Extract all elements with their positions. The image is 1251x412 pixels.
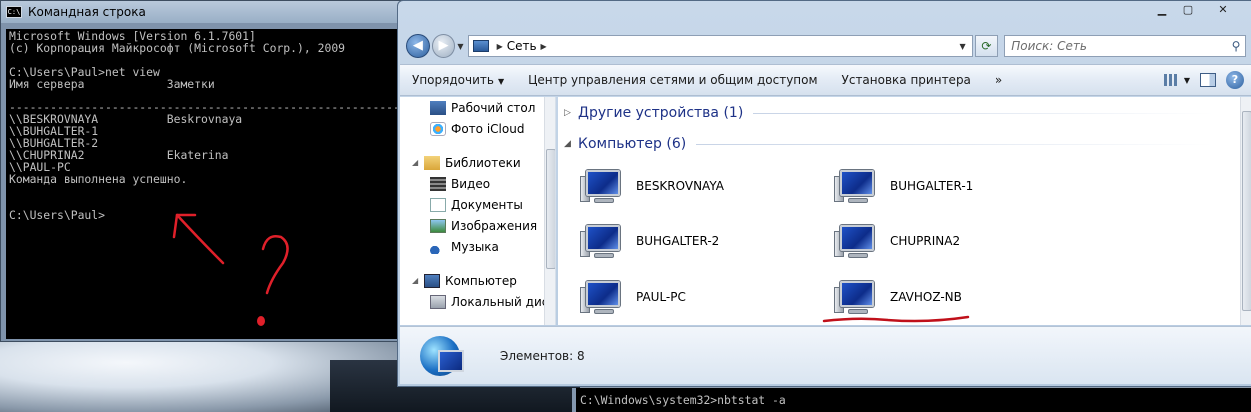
forward-button[interactable]: ▶: [431, 34, 456, 58]
navigation-pane: Рабочий стол Фото iCloud ◢ Библиотеки Ви…: [400, 97, 556, 325]
nav-item-label: Компьютер: [445, 273, 517, 288]
arrow-left-icon: ◀: [412, 38, 423, 53]
close-button[interactable]: ✕: [1201, 1, 1245, 19]
documents-icon: [430, 197, 446, 212]
computer-icon: [424, 273, 440, 288]
content-pane: ▷ Другие устройства (1) ◢ Компьютер (6) …: [558, 97, 1251, 325]
views-dropdown-icon[interactable]: ▼: [1184, 76, 1190, 85]
address-row: ◀ ▶ ▼ ▶ Сеть ▶ ▼ ⟳ Поиск: Сеть ⚲: [406, 33, 1247, 59]
nav-item-images[interactable]: Изображения: [400, 215, 555, 236]
maximize-button[interactable]: ▢: [1175, 1, 1201, 19]
console-line: Имя сервера Заметки: [9, 76, 215, 91]
nav-item-music[interactable]: Музыка: [400, 236, 555, 257]
nav-item-label: Фото iCloud: [451, 121, 525, 136]
nav-item-local-disk[interactable]: Локальный диск: [400, 291, 555, 312]
expand-icon[interactable]: ◢: [412, 158, 422, 167]
library-icon: [424, 155, 440, 170]
nav-item-label: Документы: [451, 197, 523, 212]
address-bar[interactable]: ▶ Сеть ▶ ▼: [467, 35, 973, 57]
expand-icon[interactable]: ◢: [412, 276, 422, 285]
refresh-icon: ⟳: [981, 39, 992, 53]
nav-item-label: Рабочий стол: [451, 100, 536, 115]
arrow-right-icon: ▶: [438, 38, 449, 53]
nav-item-label: Изображения: [451, 218, 538, 233]
nav-item-label: Локальный диск: [451, 294, 556, 309]
console-line: C:\Users\Paul>: [9, 207, 106, 222]
cmd-window: C:\ Командная строка Microsoft Windows […: [0, 0, 402, 342]
content-scrollbar[interactable]: [1240, 97, 1251, 325]
minimize-button[interactable]: ▁: [1149, 1, 1175, 19]
cmd-title: Командная строка: [28, 5, 146, 19]
nav-item-desktop[interactable]: Рабочий стол: [400, 97, 555, 118]
search-placeholder: Поиск: Сеть: [1011, 39, 1087, 53]
cmd-console[interactable]: Microsoft Windows [Version 6.1.7601] (c) …: [6, 29, 398, 339]
nav-item-label: Библиотеки: [445, 155, 521, 170]
breadcrumb-network[interactable]: Сеть: [507, 39, 537, 53]
console-line: (c) Корпорация Майкрософт (Microsoft Cor…: [9, 40, 346, 55]
nav-item-icloud[interactable]: Фото iCloud: [400, 118, 555, 139]
images-icon: [430, 218, 446, 233]
nav-scrollbar[interactable]: [544, 97, 555, 325]
red-underline-annotation: [822, 315, 970, 323]
more-commands-button[interactable]: »: [983, 64, 1014, 96]
cmd-app-icon: C:\: [6, 6, 22, 18]
video-icon: [430, 176, 446, 191]
details-pane: Элементов: 8: [400, 326, 1251, 384]
views-icon[interactable]: [1163, 74, 1178, 86]
scrollbar-thumb[interactable]: [546, 149, 555, 269]
refresh-button[interactable]: ⟳: [974, 35, 999, 57]
organize-label: Упорядочить: [412, 73, 494, 87]
nav-item-documents[interactable]: Документы: [400, 194, 555, 215]
organize-button[interactable]: Упорядочить ▼: [400, 64, 516, 96]
network-globe-icon: [420, 335, 464, 376]
back-button[interactable]: ◀: [406, 34, 430, 58]
disk-icon: [430, 294, 446, 309]
icloud-icon: [430, 121, 446, 136]
second-cmd-console[interactable]: C:\Windows\system32>nbtstat -a: [572, 388, 1251, 412]
explorer-window: ▁ ▢ ✕ ◀ ▶ ▼ ▶ Сеть ▶ ▼ ⟳ Поиск: Сеть ⚲ У…: [397, 0, 1251, 387]
cmd-titlebar[interactable]: C:\ Командная строка: [1, 1, 401, 23]
recent-pages-dropdown[interactable]: ▼: [457, 42, 463, 51]
desktop-icon: [430, 100, 446, 115]
nav-item-label: Видео: [451, 176, 491, 191]
breadcrumb-arrow-icon[interactable]: ▶: [497, 42, 503, 51]
network-icon: [472, 40, 489, 52]
nav-item-label: Музыка: [451, 239, 499, 254]
search-input[interactable]: Поиск: Сеть ⚲: [1004, 35, 1247, 57]
network-center-button[interactable]: Центр управления сетями и общим доступом: [516, 64, 829, 96]
nav-item-video[interactable]: Видео: [400, 173, 555, 194]
add-printer-button[interactable]: Установка принтера: [830, 64, 983, 96]
search-icon[interactable]: ⚲: [1227, 39, 1245, 53]
nav-item-computer[interactable]: ◢ Компьютер: [400, 270, 555, 291]
command-bar: Упорядочить ▼ Центр управления сетями и о…: [400, 64, 1251, 96]
item-count: Элементов: 8: [500, 348, 585, 363]
console-line: Команда выполнена успешно.: [9, 171, 188, 186]
help-icon[interactable]: ?: [1226, 71, 1244, 89]
scrollbar-thumb[interactable]: [1242, 111, 1251, 311]
music-icon: [430, 239, 446, 254]
nav-item-libraries[interactable]: ◢ Библиотеки: [400, 152, 555, 173]
breadcrumb-arrow-icon[interactable]: ▶: [541, 42, 547, 51]
window-controls: ▁ ▢ ✕: [1149, 1, 1245, 21]
preview-pane-icon[interactable]: [1200, 73, 1216, 87]
chevron-down-icon: ▼: [497, 77, 505, 86]
address-dropdown-icon[interactable]: ▼: [954, 42, 972, 51]
command-bar-right: ▼ ?: [1154, 71, 1251, 89]
